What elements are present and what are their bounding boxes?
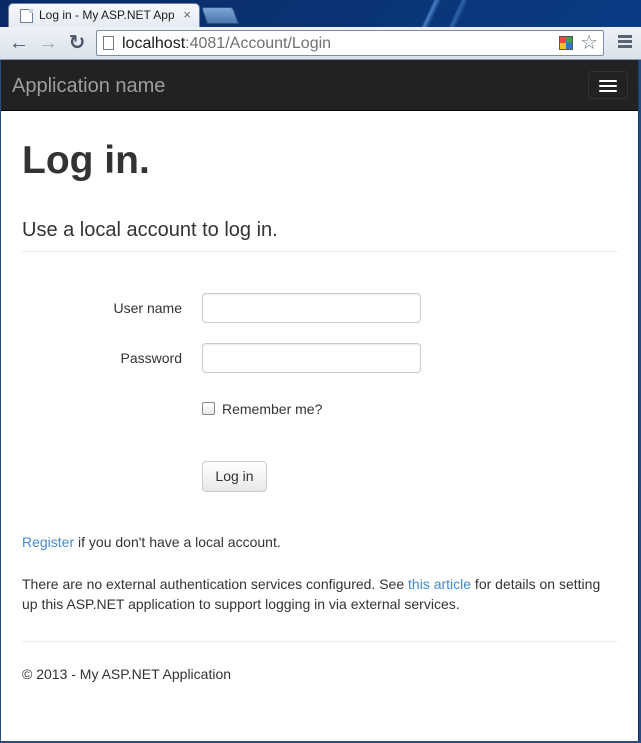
browser-window: Log in - My ASP.NET Application × ← → ↻ … bbox=[0, 0, 641, 743]
tab-strip: Log in - My ASP.NET Application × bbox=[0, 0, 641, 27]
back-arrow-icon[interactable]: ← bbox=[8, 32, 30, 54]
footer-divider bbox=[22, 641, 618, 642]
footer-text: © 2013 - My ASP.NET Application bbox=[22, 666, 232, 682]
external-auth-message: There are no external authentication ser… bbox=[22, 574, 618, 614]
site-navbar: Application name bbox=[1, 60, 638, 111]
new-tab-button[interactable] bbox=[200, 7, 240, 24]
page-subtitle: Use a local account to log in. bbox=[22, 219, 278, 241]
page-icon bbox=[103, 36, 114, 50]
this-article-link[interactable]: this article bbox=[408, 576, 471, 592]
close-icon[interactable]: × bbox=[183, 7, 191, 23]
navbar-brand[interactable]: Application name bbox=[12, 75, 165, 98]
external-prefix: There are no external authentication ser… bbox=[22, 576, 409, 592]
register-link[interactable]: Register bbox=[22, 534, 74, 550]
hamburger-menu-icon[interactable] bbox=[618, 35, 632, 49]
register-line: Register if you don't have a local accou… bbox=[22, 534, 281, 550]
login-button[interactable]: Log in bbox=[202, 461, 267, 492]
navbar-toggle-button[interactable] bbox=[588, 71, 628, 99]
page-icon bbox=[20, 9, 33, 23]
hamburger-icon bbox=[599, 80, 617, 82]
star-icon[interactable]: ☆ bbox=[580, 32, 598, 54]
reload-icon[interactable]: ↻ bbox=[66, 32, 88, 54]
tab-title: Log in - My ASP.NET Application bbox=[39, 8, 174, 22]
url-text[interactable]: localhost:4081/Account/Login bbox=[122, 35, 331, 53]
url-host: localhost bbox=[122, 35, 186, 52]
username-label: User name bbox=[113, 300, 182, 316]
username-input[interactable] bbox=[202, 293, 421, 323]
url-path: :4081/Account/Login bbox=[185, 35, 332, 52]
page-title: Log in. bbox=[22, 139, 150, 182]
password-label: Password bbox=[120, 350, 182, 366]
password-input[interactable] bbox=[202, 343, 421, 373]
browser-toolbar: ← → ↻ localhost:4081/Account/Login ☆ bbox=[0, 27, 641, 60]
address-bar[interactable]: localhost:4081/Account/Login ☆ bbox=[96, 30, 604, 56]
page-viewport: Application name Log in. Use a local acc… bbox=[1, 60, 638, 741]
remember-me-row: Remember me? bbox=[202, 400, 322, 418]
divider bbox=[22, 251, 618, 252]
register-suffix: if you don't have a local account. bbox=[74, 534, 281, 550]
remember-me-label[interactable]: Remember me? bbox=[222, 401, 322, 417]
remember-me-checkbox[interactable] bbox=[202, 402, 215, 416]
browser-tab[interactable]: Log in - My ASP.NET Application × bbox=[8, 3, 200, 27]
color-palette-icon[interactable] bbox=[559, 36, 573, 50]
forward-arrow-icon[interactable]: → bbox=[37, 32, 59, 54]
